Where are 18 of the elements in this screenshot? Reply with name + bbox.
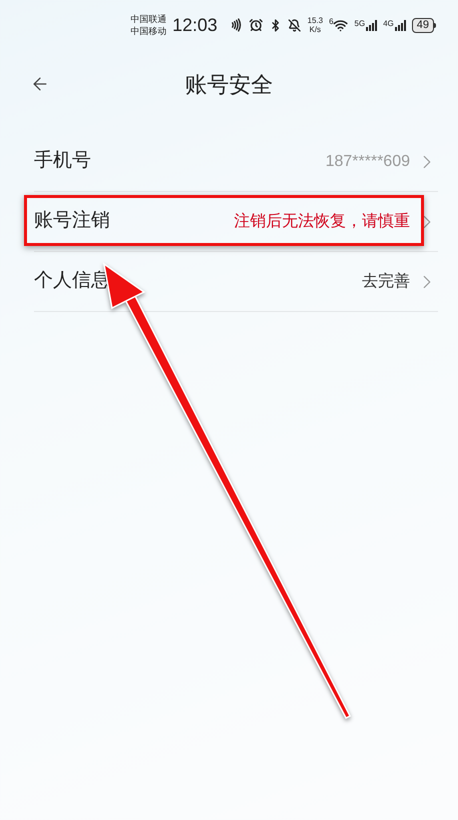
status-time: 12:03 <box>172 14 218 36</box>
wifi-generation-label: 6 <box>328 18 334 26</box>
bell-off-icon <box>288 18 302 32</box>
network-speed: 15.3 K/s <box>307 16 323 34</box>
page-title: 账号安全 <box>185 70 273 98</box>
row-value: 注销后无法恢复，请慎重 <box>234 212 410 232</box>
carrier-name: 中国移动 <box>130 25 166 37</box>
settings-row[interactable]: 账号注销 注销后无法恢复，请慎重 <box>34 192 438 252</box>
settings-row[interactable]: 手机号 187*****609 <box>34 132 438 192</box>
row-value: 去完善 <box>362 271 410 292</box>
wifi-icon <box>333 18 348 32</box>
row-value: 187*****609 <box>325 152 410 172</box>
row-label: 账号注销 <box>34 209 110 234</box>
carrier-name: 中国联通 <box>130 13 166 25</box>
alarm-icon <box>249 18 264 32</box>
battery-icon: 49 <box>412 18 434 32</box>
nfc-icon <box>229 18 244 32</box>
row-label: 手机号 <box>34 149 91 174</box>
